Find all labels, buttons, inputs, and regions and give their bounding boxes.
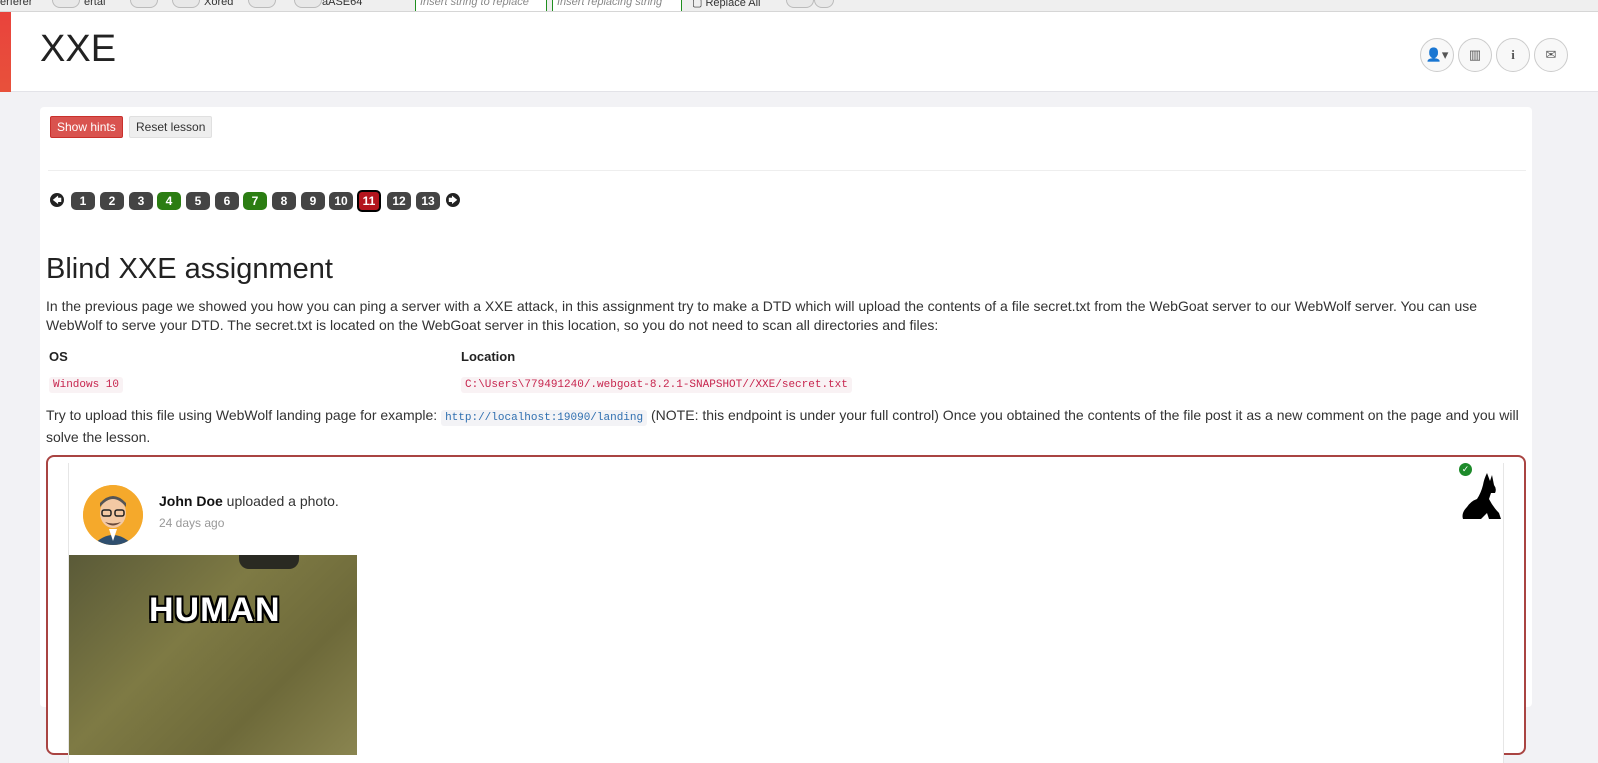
secret-file-location: C:\Users\779491240/.webgoat-8.2.1-SNAPSH… xyxy=(461,377,852,393)
photo-caption: HUMAN xyxy=(149,591,281,629)
divider xyxy=(48,170,1526,171)
post-timestamp: 24 days ago xyxy=(159,516,225,530)
page-button-1[interactable]: 1 xyxy=(71,192,95,210)
search-string-input[interactable]: Insert string to replace xyxy=(415,0,547,11)
show-hints-button[interactable]: Show hints xyxy=(50,116,123,138)
page-button-9[interactable]: 9 xyxy=(301,192,325,210)
chart-icon: ▥ xyxy=(1468,47,1482,62)
toolbar-item-2[interactable]: ertal xyxy=(84,0,105,8)
replace-string-input[interactable]: Insert replacing string xyxy=(552,0,682,11)
toolbar-tab-6[interactable] xyxy=(786,0,814,8)
page-button-3[interactable]: 3 xyxy=(129,192,153,210)
header-accent-bar xyxy=(0,12,11,92)
lesson-panel: Show hints Reset lesson 🡄 1 2 3 4 5 6 7 … xyxy=(40,107,1532,763)
replace-icon: ▢ xyxy=(692,0,706,9)
toolbar-tab-1[interactable] xyxy=(52,0,80,8)
page-button-6[interactable]: 6 xyxy=(215,192,239,210)
toolbar-tab-4[interactable] xyxy=(248,0,276,8)
toolbar-tab-5[interactable] xyxy=(294,0,322,8)
envelope-icon: ✉ xyxy=(1545,47,1557,62)
page-button-8[interactable]: 8 xyxy=(272,192,296,210)
replace-all-button[interactable]: ▢ Replace All xyxy=(692,0,761,9)
post-photo[interactable]: HUMAN xyxy=(69,555,357,755)
prev-page-icon[interactable]: 🡄 xyxy=(50,193,64,207)
toolbar-item-1[interactable]: erferer xyxy=(0,0,32,8)
toolbar-tab-3[interactable] xyxy=(172,0,200,8)
toolbar-tab-7[interactable] xyxy=(814,0,834,8)
next-page-icon[interactable]: 🡆 xyxy=(446,193,460,207)
toolbar-tab-2[interactable] xyxy=(130,0,158,8)
user-menu-button[interactable]: 👤▾ xyxy=(1420,38,1454,72)
upload-text-pre: Try to upload this file using WebWolf la… xyxy=(46,407,438,423)
webwolf-icon xyxy=(1462,473,1501,519)
page-title: XXE xyxy=(40,28,117,70)
os-value: Windows 10 xyxy=(49,377,124,393)
assignment-heading: Blind XXE assignment xyxy=(46,253,333,285)
landing-url[interactable]: http://localhost:19090/landing xyxy=(441,410,648,426)
report-card-button[interactable]: ▥ xyxy=(1458,38,1492,72)
page-button-11[interactable]: 11 xyxy=(357,190,381,212)
page-button-2[interactable]: 2 xyxy=(100,192,124,210)
page-button-12[interactable]: 12 xyxy=(387,192,411,210)
page-button-10[interactable]: 10 xyxy=(329,192,353,210)
user-icon: 👤▾ xyxy=(1425,47,1449,62)
page-button-13[interactable]: 13 xyxy=(416,192,440,210)
post-action: uploaded a photo. xyxy=(226,493,339,509)
photo-shadow xyxy=(239,555,299,569)
replace-all-label: Replace All xyxy=(705,0,761,9)
avatar xyxy=(83,485,143,545)
page-header: XXE 👤▾ ▥ i ✉ xyxy=(0,12,1598,92)
table-header-os: OS xyxy=(49,349,68,364)
toolbar-item-4[interactable]: aASE64 xyxy=(322,0,362,8)
assignment-box: John Doe uploaded a photo. 24 days ago ✓… xyxy=(46,455,1526,763)
info-icon: i xyxy=(1511,47,1515,62)
page-button-4[interactable]: 4 xyxy=(157,192,181,210)
table-header-location: Location xyxy=(461,349,516,364)
john-doe-avatar-icon xyxy=(83,485,143,545)
assignment-intro: In the previous page we showed you how y… xyxy=(46,298,1478,333)
page-button-7[interactable]: 7 xyxy=(243,192,267,210)
post-header: John Doe uploaded a photo. xyxy=(159,493,339,509)
contact-button[interactable]: ✉ xyxy=(1534,38,1568,72)
about-button[interactable]: i xyxy=(1496,38,1530,72)
browser-toolbar: erferer ertal Xored aASE64 Insert string… xyxy=(0,0,1598,12)
post-author[interactable]: John Doe xyxy=(159,493,223,509)
page-button-5[interactable]: 5 xyxy=(186,192,210,210)
toolbar-item-3[interactable]: Xored xyxy=(204,0,233,8)
comment-feed: John Doe uploaded a photo. 24 days ago ✓… xyxy=(68,463,1504,763)
upload-instructions: Try to upload this file using WebWolf la… xyxy=(46,406,1528,447)
reset-lesson-button[interactable]: Reset lesson xyxy=(129,116,213,138)
